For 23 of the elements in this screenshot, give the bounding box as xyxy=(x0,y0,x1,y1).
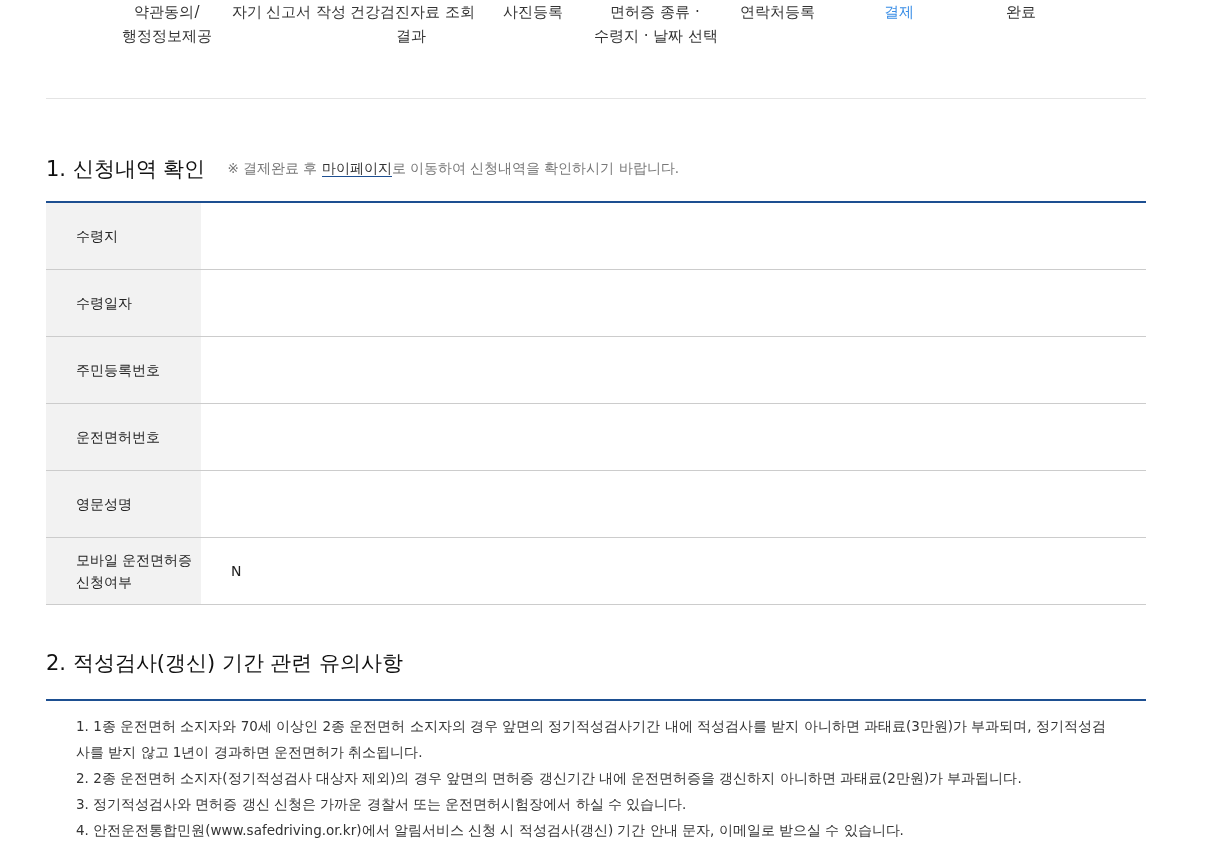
mypage-link[interactable]: 마이페이지 xyxy=(321,160,392,177)
step-label: 사진등록 xyxy=(502,2,564,23)
row-label: 운전면허번호 xyxy=(46,404,201,470)
row-label: 수령지 xyxy=(46,203,201,269)
step-label: 면허증 종류 · 수령지 · 날짜 선택 xyxy=(594,2,716,47)
row-value: N xyxy=(231,563,242,579)
step-label: 약관동의/ 행정정보제공 xyxy=(121,2,213,47)
step-label: 자기 신고서 작성 xyxy=(230,2,348,23)
row-label: 수령일자 xyxy=(46,270,201,336)
notice-item: 4. 안전운전통합민원(www.safedriving.or.kr)에서 알림서비스 신청 시 적성검사(갱신) 기간 안내 문자, 이메일로 받으실 수 있습니다. xyxy=(76,821,905,840)
section-title: 2. 적성검사(갱신) 기간 관련 유의사항 xyxy=(46,650,404,677)
notice-item: 1. 1종 운전면허 소지자와 70세 이상인 2종 운전면허 소지자의 경우 앞면의 정기적성검사기간 내에 적성검사를 받지 아니하면 과태료(3만원)가 부과되며, 정기적성검사를 받지 않고 1년이 경과하면 운전면허가 취소됩니다. xyxy=(76,717,1106,762)
notice-item: 2. 2종 운전면허 소지자(정기적성검사 대상자 제외)의 경우 앞면의 면허증 갱신기간 내에 운전면허증을 갱신하지 아니하면 과태료(2만원)가 부과됩니다. xyxy=(76,769,1023,788)
step-label: 완료 xyxy=(1005,2,1037,23)
row-label: 영문성명 xyxy=(46,471,201,537)
notice-text: ※ 결제완료 후 마이페이지 로 이동하여 신청내역을 확인하시기 바랍니다. xyxy=(227,160,680,178)
section-title: 1. 신청내역 확인 xyxy=(46,156,206,183)
notice-item: 3. 정기적성검사와 면허증 갱신 신청은 가까운 경찰서 또는 운전면허시험장에서 하실 수 있습니다. xyxy=(76,795,688,814)
row-label: 주민등록번호 xyxy=(46,337,201,403)
step-label: 건강검진자료 조회 결과 xyxy=(350,2,472,47)
row-label: 모바일 운전면허증 신청여부 xyxy=(46,538,201,604)
step-label: 연락처등록 xyxy=(738,2,816,23)
step-label: 결제 xyxy=(883,2,915,23)
